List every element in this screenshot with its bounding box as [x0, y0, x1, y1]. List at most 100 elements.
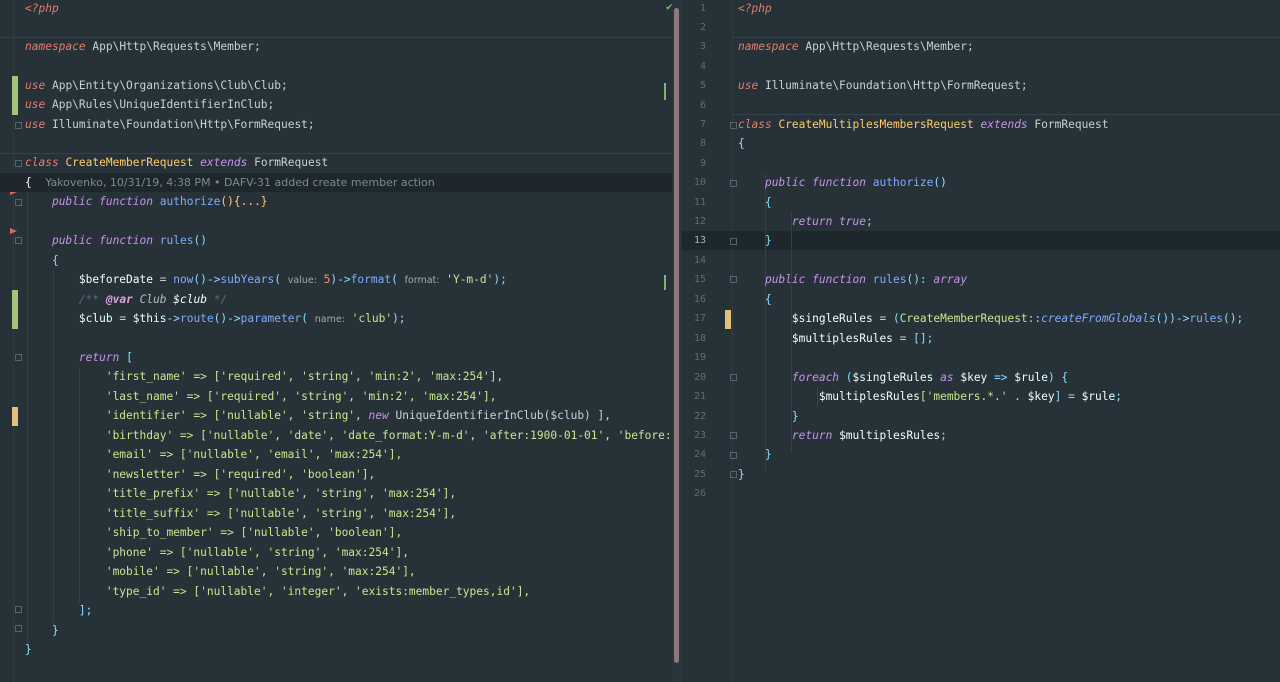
rule-entry: 'title_suffix' => ['nullable', 'string',…	[105, 507, 457, 520]
code-line[interactable]: 17 $singleRules = (CreateMemberRequest::…	[682, 309, 1280, 328]
code-line-current[interactable]: { Yakovenko, 10/31/19, 4:38 PM • DAFV-31…	[0, 173, 672, 193]
semicolon: ;	[1115, 390, 1122, 403]
code-line[interactable]: 25}	[682, 465, 1280, 484]
code-line[interactable]: 22 }	[682, 407, 1280, 426]
folded-code-region[interactable]: (){...}	[220, 195, 267, 208]
code-line[interactable]: namespace App\Http\Requests\Member;	[0, 37, 672, 56]
variable: $multiplesRules	[791, 332, 893, 345]
keyword: public	[764, 273, 806, 286]
code-line[interactable]: ];	[0, 601, 672, 620]
code-line[interactable]: /** @var Club $club */	[0, 290, 672, 309]
code-line[interactable]: 'identifier' => ['nullable', 'string', n…	[0, 406, 672, 425]
scrollbar-thumb[interactable]	[674, 8, 679, 663]
variable: $rule	[1014, 371, 1048, 384]
code-line[interactable]: 'phone' => ['nullable', 'string', 'max:2…	[0, 543, 672, 562]
code-line[interactable]: <?php	[0, 0, 672, 18]
line-number: 21	[693, 391, 706, 402]
code-line[interactable]: 16 {	[682, 290, 1280, 309]
operator: =	[892, 332, 914, 345]
brace: {	[25, 176, 32, 189]
arrow: ()->	[213, 312, 241, 325]
keyword: class	[738, 118, 772, 131]
left-editor-pane[interactable]: <?php namespace App\Http\Requests\Member…	[0, 0, 672, 682]
code-line[interactable]: $club = $this->route()->parameter( name:…	[0, 309, 672, 328]
code-line[interactable]: 'type_id' => ['nullable', 'integer', 'ex…	[0, 582, 672, 601]
keyword: function	[812, 176, 867, 189]
code-line[interactable]: 4	[682, 57, 1280, 76]
code-line[interactable]: 9	[682, 154, 1280, 173]
line-number: 10	[693, 177, 706, 188]
code-line[interactable]: 20 foreach ($singleRules as $key => $rul…	[682, 368, 1280, 387]
code-line[interactable]: 'first_name' => ['required', 'string', '…	[0, 367, 672, 386]
code-line[interactable]: 21 $multiplesRules['members.*.' . $key] …	[682, 387, 1280, 406]
variable: $singleRules	[852, 371, 934, 384]
keyword: true	[839, 215, 867, 228]
variable: $key	[1027, 390, 1055, 403]
git-blame-annotation[interactable]: Yakovenko, 10/31/19, 4:38 PM • DAFV-31 a…	[45, 176, 434, 189]
rule-entry: 'newsletter' => ['required', 'boolean'],	[105, 468, 376, 481]
code-line[interactable]: }	[0, 621, 672, 640]
doc-tag: @var	[105, 293, 133, 306]
code-line[interactable]: 24 }	[682, 445, 1280, 464]
code-line[interactable]: 18 $multiplesRules = [];	[682, 329, 1280, 348]
rule-entry: 'email' => ['nullable', 'email', 'max:25…	[105, 448, 403, 461]
paren: );	[392, 312, 406, 325]
keyword: public	[764, 176, 806, 189]
parameter-hint: value:	[287, 275, 317, 286]
code-line[interactable]: 10 public function authorize()	[682, 173, 1280, 192]
code-line[interactable]: 'title_prefix' => ['nullable', 'string',…	[0, 484, 672, 503]
operator: =	[152, 273, 174, 286]
semicolon: ;	[866, 215, 873, 228]
code-line[interactable]: 11 {	[682, 193, 1280, 212]
code-line[interactable]: 8{	[682, 134, 1280, 153]
vertical-scrollbar[interactable]	[672, 0, 682, 682]
code-line[interactable]: 6	[682, 96, 1280, 115]
code-line[interactable]: 'email' => ['nullable', 'email', 'max:25…	[0, 445, 672, 464]
brace: {	[764, 293, 772, 306]
line-number: 23	[693, 430, 706, 441]
code-line[interactable]: public function rules()	[0, 231, 672, 250]
paren: (	[892, 312, 900, 325]
code-line[interactable]: 26	[682, 484, 1280, 503]
code-line[interactable]: 'newsletter' => ['required', 'boolean'],	[0, 465, 672, 484]
import-path: App\Entity\Organizations\Club\Club;	[51, 79, 288, 92]
namespace-value: App\Http\Requests\Member;	[92, 40, 261, 53]
import-path: Illuminate\Foundation\Http\FormRequest;	[51, 118, 315, 131]
code-line[interactable]: $beforeDate = now()->subYears( value: 5)…	[0, 270, 672, 289]
code-line[interactable]: 12 return true;	[682, 212, 1280, 231]
code-line[interactable]: 'title_suffix' => ['nullable', 'string',…	[0, 504, 672, 523]
code-line-current[interactable]: 13 }	[682, 231, 1280, 250]
code-line[interactable]: return [	[0, 348, 672, 367]
code-line[interactable]: {	[0, 251, 672, 270]
bracket: ];	[78, 604, 93, 617]
code-line[interactable]: 23 return $multiplesRules;	[682, 426, 1280, 445]
code-line[interactable]: 'last_name' => ['required', 'string', 'm…	[0, 387, 672, 406]
code-line[interactable]: 5 use Illuminate\Foundation\Http\FormRequ…	[682, 76, 1280, 95]
code-line[interactable]: }	[0, 640, 672, 659]
code-line[interactable]: 15 public function rules(): array	[682, 270, 1280, 289]
code-line[interactable]: use App\Entity\Organizations\Club\Club;	[0, 76, 672, 95]
function-name: parameter	[240, 312, 302, 325]
line-number: 1	[699, 3, 706, 14]
code-line[interactable]: class CreateMemberRequest extends FormRe…	[0, 153, 672, 172]
line-number: 2	[699, 22, 706, 33]
code-line[interactable]: 1 <?php	[682, 0, 1280, 18]
code-line[interactable]: 'birthday' => ['nullable', 'date', 'date…	[0, 426, 672, 445]
code-line[interactable]: 14	[682, 251, 1280, 270]
keyword: function	[99, 195, 154, 208]
keyword: extends	[200, 156, 248, 169]
comment: /**	[78, 293, 100, 306]
code-line[interactable]: 7 class CreateMultiplesMembersRequest ext…	[682, 115, 1280, 134]
string: ['members.*.' .	[919, 390, 1028, 403]
code-line[interactable]: 2	[682, 18, 1280, 37]
code-line[interactable]: 19	[682, 348, 1280, 367]
code-line[interactable]: use App\Rules\UniqueIdentifierInClub;	[0, 95, 672, 114]
code-line[interactable]: public function authorize(){...}	[0, 192, 672, 211]
code-line[interactable]: 3 namespace App\Http\Requests\Member;	[682, 37, 1280, 56]
paren: (	[839, 371, 853, 384]
code-line[interactable]: use Illuminate\Foundation\Http\FormReque…	[0, 115, 672, 134]
code-line[interactable]: 'mobile' => ['nullable', 'string', 'max:…	[0, 562, 672, 581]
code-line[interactable]: 'ship_to_member' => ['nullable', 'boolea…	[0, 523, 672, 542]
right-editor-pane[interactable]: 1 <?php 2 3 namespace App\Http\Requests\Me…	[682, 0, 1280, 682]
variable: $key	[960, 371, 988, 384]
